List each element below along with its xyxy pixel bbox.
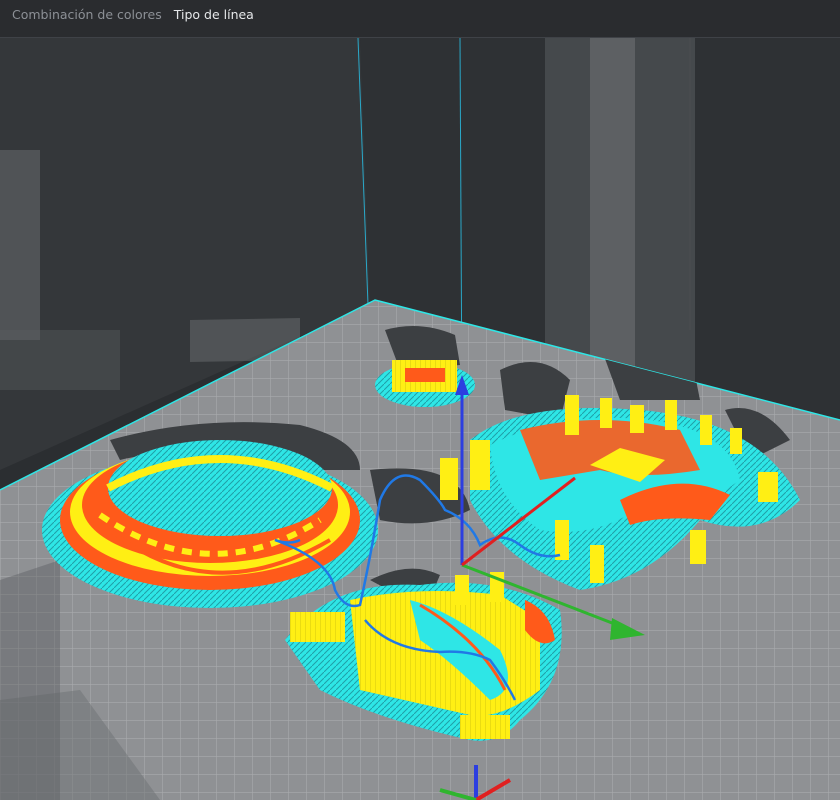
scene-canvas[interactable]: [0, 38, 840, 800]
layer-view-window: Combinación de colores Tipo de línea: [0, 0, 840, 800]
tab-color-scheme[interactable]: Combinación de colores: [0, 0, 168, 37]
3d-viewport[interactable]: [0, 38, 840, 800]
view-mode-tab-bar: Combinación de colores Tipo de línea: [0, 0, 840, 38]
tab-line-type[interactable]: Tipo de línea: [168, 0, 260, 37]
